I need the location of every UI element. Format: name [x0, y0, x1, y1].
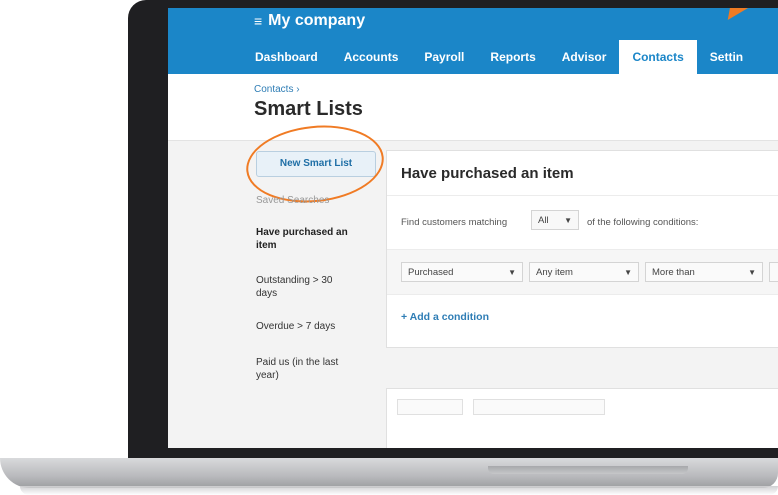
smart-list-editor: Have purchased an item Find customers ma… — [386, 150, 778, 348]
match-suffix: of the following conditions: — [587, 217, 699, 228]
saved-search-item[interactable]: Outstanding > 30 days — [256, 274, 356, 300]
condition-row: Purchased ▼ Any item ▼ More than ▼ — [387, 249, 778, 295]
condition-field: Purchased — [408, 267, 454, 278]
tab-payroll[interactable]: Payroll — [411, 40, 477, 74]
smart-list-title: Have purchased an item — [401, 165, 574, 182]
condition-item-select[interactable]: Any item ▼ — [529, 262, 639, 282]
menu-icon[interactable]: ≡ — [254, 13, 262, 29]
condition-value-input[interactable] — [769, 262, 778, 282]
saved-searches-label: Saved Searches — [256, 195, 330, 206]
tab-settings[interactable]: Settin — [697, 40, 756, 74]
main-nav: Dashboard Accounts Payroll Reports Advis… — [242, 40, 756, 74]
chevron-down-icon: ▼ — [508, 268, 516, 277]
tab-accounts[interactable]: Accounts — [331, 40, 412, 74]
condition-comparison: More than — [652, 267, 695, 278]
divider — [387, 195, 778, 196]
tab-contacts[interactable]: Contacts — [619, 40, 697, 74]
app-screen: ≡ My company Dashboard Accounts Payroll … — [168, 8, 778, 448]
top-bar: ≡ My company Dashboard Accounts Payroll … — [168, 8, 778, 74]
saved-search-item[interactable]: Overdue > 7 days — [256, 320, 356, 333]
results-control[interactable] — [397, 399, 463, 415]
laptop-notch — [488, 466, 688, 474]
results-panel — [386, 388, 778, 448]
pointer-arrow-icon — [719, 8, 749, 26]
chevron-down-icon: ▼ — [748, 268, 756, 277]
page-header: Contacts › Smart Lists — [168, 74, 778, 141]
tab-reports[interactable]: Reports — [477, 40, 548, 74]
saved-search-item[interactable]: Paid us (in the last year) — [256, 356, 356, 382]
laptop-shadow — [20, 486, 778, 495]
breadcrumb[interactable]: Contacts › — [254, 84, 300, 95]
tab-advisor[interactable]: Advisor — [549, 40, 620, 74]
company-name: My company — [268, 12, 366, 29]
saved-search-item[interactable]: Have purchased an item — [256, 226, 356, 252]
company-switcher[interactable]: ≡ My company — [254, 12, 365, 30]
page-title: Smart Lists — [254, 98, 363, 120]
chevron-down-icon: ▼ — [624, 268, 632, 277]
condition-item: Any item — [536, 267, 573, 278]
add-condition-link[interactable]: + Add a condition — [401, 311, 489, 323]
chevron-down-icon: ▼ — [564, 216, 572, 225]
match-prefix: Find customers matching — [401, 217, 508, 228]
match-value: All — [538, 215, 549, 226]
tab-dashboard[interactable]: Dashboard — [242, 40, 331, 74]
match-select[interactable]: All ▼ — [531, 210, 579, 230]
condition-comparison-select[interactable]: More than ▼ — [645, 262, 763, 282]
condition-field-select[interactable]: Purchased ▼ — [401, 262, 523, 282]
results-control[interactable] — [473, 399, 605, 415]
